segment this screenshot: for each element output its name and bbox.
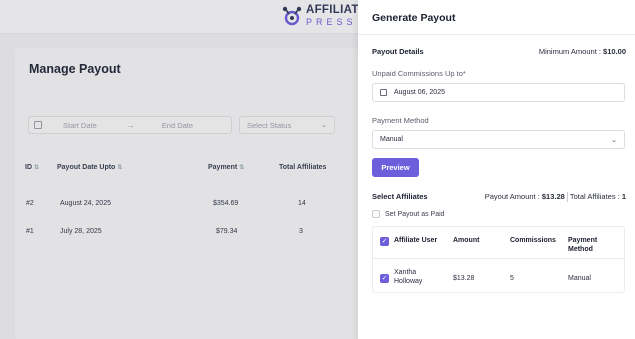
divider (358, 34, 635, 35)
divider (373, 258, 624, 259)
payout-details-heading: Payout Details (372, 47, 424, 56)
row-commissions: 5 (510, 275, 514, 282)
payment-method-label: Payment Method (372, 116, 429, 125)
col-header-commissions: Commissions (510, 237, 556, 244)
row-amount: $13.28 (453, 275, 475, 282)
unpaid-commissions-date-input[interactable]: August 06, 2025 (372, 83, 625, 102)
preview-button[interactable]: Preview (372, 158, 419, 177)
row-payment-method: Manual (568, 275, 591, 282)
drawer-title: Generate Payout (372, 12, 456, 24)
generate-payout-drawer: Generate Payout Payout Details Minimum A… (358, 0, 635, 339)
affiliates-table: ✓ Affiliate User Amount Commissions Paym… (372, 226, 625, 293)
row-affiliate-user: Xantha Holloway (394, 269, 423, 286)
checkbox-icon (372, 210, 380, 218)
divider (566, 192, 568, 202)
calendar-icon (380, 89, 387, 96)
unpaid-commissions-label: Unpaid Commissions Up to* (372, 69, 466, 78)
payment-method-select[interactable]: Manual ⌄ (372, 130, 625, 149)
modal-backdrop[interactable] (0, 0, 358, 339)
col-header-payment-method: Payment Method (568, 237, 598, 254)
payout-summary: Payout Amount : $13.28 Total Affiliates … (484, 192, 626, 202)
chevron-down-icon: ⌄ (611, 137, 617, 144)
date-value: August 06, 2025 (394, 89, 445, 96)
payment-method-value: Manual (380, 136, 403, 143)
col-header-amount: Amount (453, 237, 480, 244)
select-all-checkbox[interactable]: ✓ (380, 237, 389, 246)
col-header-affiliate-user: Affiliate User (394, 237, 438, 244)
set-payout-as-paid-label: Set Payout as Paid (385, 210, 445, 218)
row-checkbox[interactable]: ✓ (380, 274, 389, 283)
set-payout-as-paid-checkbox[interactable]: Set Payout as Paid (372, 210, 445, 218)
select-affiliates-heading: Select Affiliates (372, 192, 428, 201)
minimum-amount: Minimum Amount : $10.00 (538, 47, 626, 56)
